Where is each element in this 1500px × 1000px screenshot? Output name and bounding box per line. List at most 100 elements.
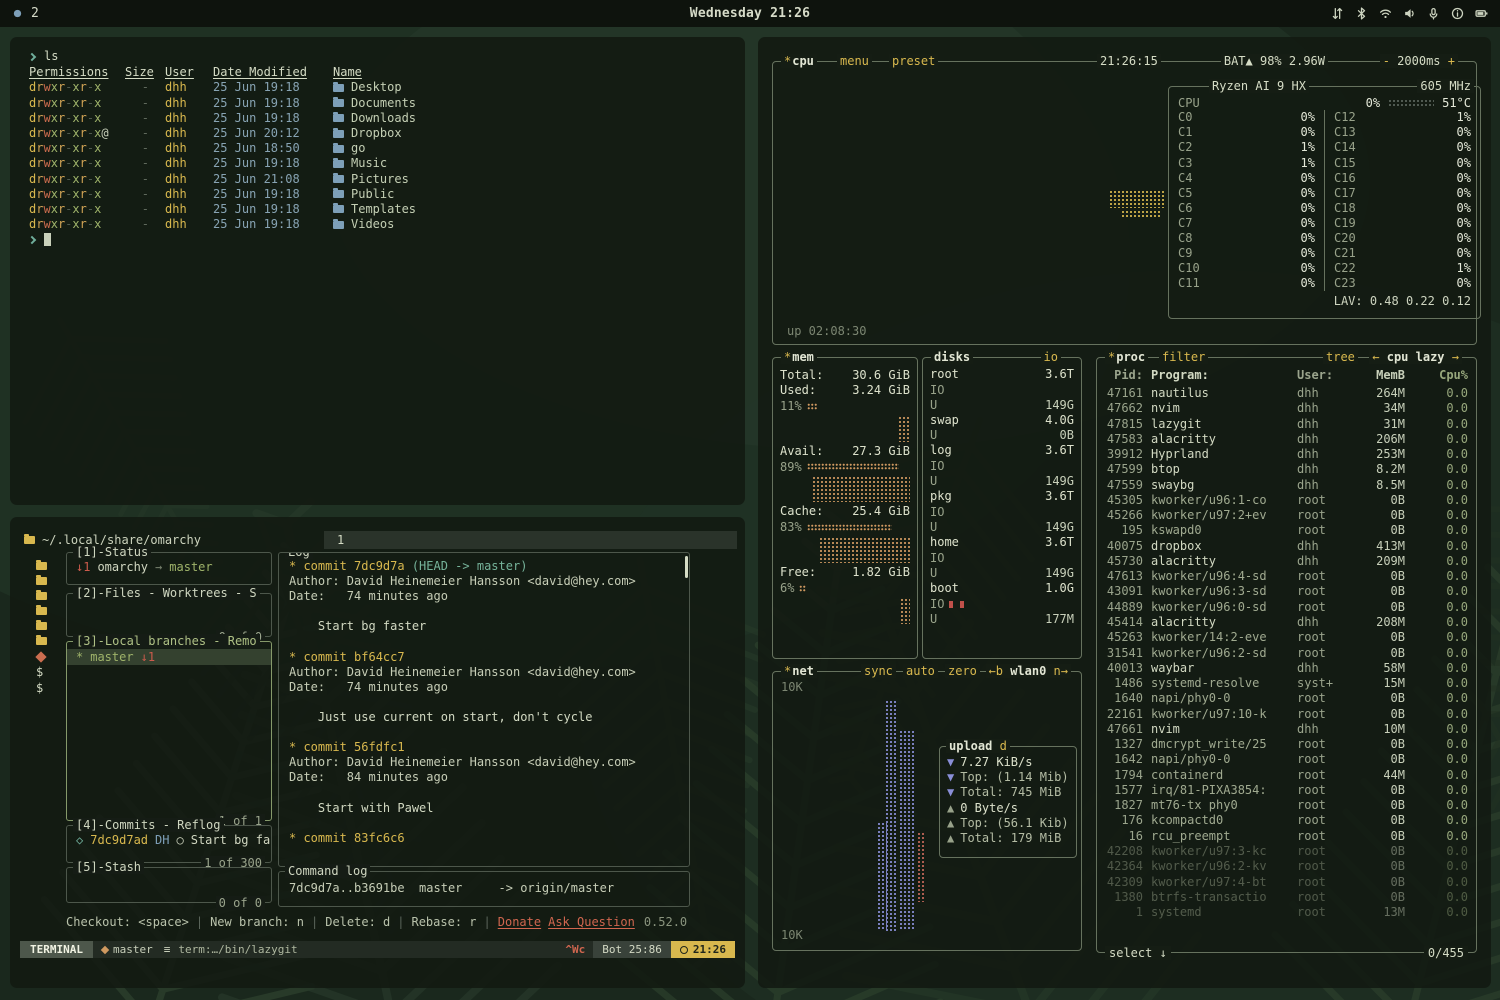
memory-panel-title[interactable]: *mem [781, 350, 817, 364]
workspace-area[interactable]: 2 [12, 6, 272, 21]
preset-button[interactable]: preset [889, 54, 938, 68]
command-log-panel[interactable]: Command log 7dc9d7a..b3691be master -> o… [278, 871, 690, 907]
process-row[interactable]: 42309kworker/u97:4-btroot0B0.0 [1097, 875, 1476, 890]
keybar-link[interactable]: Ask Question [548, 915, 635, 929]
core-row: C230% [1325, 276, 1480, 291]
folder-icon[interactable] [36, 637, 47, 645]
keybar-hint[interactable]: Checkout: <space> [66, 915, 189, 929]
process-row[interactable]: 47661nvimdhh10M0.0 [1097, 722, 1476, 737]
battery-icon[interactable] [1475, 7, 1488, 20]
folder-icon[interactable] [36, 592, 47, 600]
process-row[interactable]: 45263kworker/14:2-everoot0B0.0 [1097, 630, 1476, 645]
keybar-hint[interactable]: New branch: n [210, 915, 304, 929]
process-row[interactable]: 16rcu_preemptroot0B0.0 [1097, 829, 1476, 844]
process-row[interactable]: 47613kworker/u96:4-sdroot0B0.0 [1097, 569, 1476, 584]
process-row[interactable]: 40013waybardhh58M0.0 [1097, 661, 1476, 676]
folder-icon[interactable] [36, 607, 47, 615]
process-row[interactable]: 42364kworker/u96:2-kvroot0B0.0 [1097, 859, 1476, 874]
process-row[interactable]: 22161kworker/u97:10-kroot0B0.0 [1097, 707, 1476, 722]
sync-button[interactable]: sync [861, 664, 896, 678]
process-row[interactable]: 1642napi/phy0-0root0B0.0 [1097, 752, 1476, 767]
btop-window[interactable]: *cpu menu preset 21:26:15 BAT▲ 98% 2.96W… [758, 37, 1491, 988]
process-row[interactable]: 47815lazygitdhh31M0.0 [1097, 417, 1476, 432]
filter-button[interactable]: filter [1159, 350, 1208, 364]
header-pid[interactable]: Pid: [1105, 368, 1151, 383]
process-row[interactable]: 1827mt76-tx phy0root0B0.0 [1097, 798, 1476, 813]
stash-panel[interactable]: [5]-Stash 0 of 0 [66, 867, 272, 903]
selected-branch-row[interactable]: * master ↓1 [67, 649, 271, 665]
process-row[interactable]: 1380btrfs-transactioroot0B0.0 [1097, 890, 1476, 905]
shell-prompt-line[interactable] [29, 232, 745, 247]
process-row[interactable]: 47583alacrittydhh206M0.0 [1097, 432, 1476, 447]
process-row[interactable]: 47599btopdhh8.2M0.0 [1097, 462, 1476, 477]
core-label: C13 [1334, 125, 1356, 140]
keybar-hint[interactable]: Delete: d [325, 915, 390, 929]
sort-selector[interactable]: ← cpu lazy → [1369, 350, 1462, 364]
process-row[interactable]: 45730alacrittydhh209M0.0 [1097, 554, 1476, 569]
process-row[interactable]: 39912Hyprlanddhh253M0.0 [1097, 447, 1476, 462]
process-row[interactable]: 42208kworker/u97:3-kcroot0B0.0 [1097, 844, 1476, 859]
disk-used-value: 177M [1045, 612, 1074, 627]
process-row[interactable]: 45266kworker/u97:2+evroot0B0.0 [1097, 508, 1476, 523]
workspace-number[interactable]: 2 [31, 6, 39, 21]
menu-button[interactable]: menu [837, 54, 872, 68]
branches-panel[interactable]: [3]-Local branches - Remo * master ↓1 1 … [66, 641, 272, 821]
zero-button[interactable]: zero [945, 664, 980, 678]
terminal-window-lazygit[interactable]: ~/.local/share/omarchy 1 $ $ [1]-Status … [10, 517, 745, 988]
keybar-link[interactable]: Donate [498, 915, 541, 929]
wifi-icon[interactable] [1379, 7, 1392, 20]
keybar-hint[interactable]: Rebase: r [411, 915, 476, 929]
process-cpu: 0.0 [1405, 890, 1468, 905]
git-branch-indicator[interactable]: master [93, 941, 162, 958]
process-row[interactable]: 47662nvimdhh34M0.0 [1097, 401, 1476, 416]
network-panel-title[interactable]: *net [781, 664, 817, 678]
auto-button[interactable]: auto [903, 664, 938, 678]
io-toggle[interactable]: io [1041, 350, 1061, 364]
memory-graph [812, 476, 910, 502]
header-program[interactable]: Program: [1151, 368, 1297, 383]
process-row[interactable]: 43091kworker/u96:3-sdroot0B0.0 [1097, 584, 1476, 599]
process-row[interactable]: 44889kworker/u96:0-sdroot0B0.0 [1097, 600, 1476, 615]
process-row[interactable]: 45305kworker/u96:1-coroot0B0.0 [1097, 493, 1476, 508]
process-row[interactable]: 31541kworker/u96:2-sdroot0B0.0 [1097, 646, 1476, 661]
process-row[interactable]: 1486systemd-resolvesyst+15M0.0 [1097, 676, 1476, 691]
commits-panel[interactable]: [4]-Commits - Reflog ◇ 7dc9d7ad DH ○ Sta… [66, 825, 272, 863]
process-row[interactable]: 176kcompactd0root0B0.0 [1097, 813, 1476, 828]
select-hint[interactable]: select ↓ [1105, 946, 1171, 960]
header-user[interactable]: User: [1297, 368, 1353, 383]
files-panel[interactable]: [2]-Files - Worktrees - S 0 of 0 [66, 593, 272, 637]
status-panel[interactable]: [1]-Status ↓1 omarchy → master [66, 552, 272, 585]
tab-1[interactable]: 1 [337, 533, 344, 547]
disks-panel-title[interactable]: disks [931, 350, 973, 364]
cpu-panel-title[interactable]: *cpu [781, 54, 817, 68]
disk-used-row: U177M [923, 612, 1081, 627]
info-icon[interactable] [1451, 7, 1464, 20]
tree-toggle[interactable]: tree [1323, 350, 1358, 364]
bluetooth-icon[interactable] [1355, 7, 1368, 20]
process-row[interactable]: 1640napi/phy0-0root0B0.0 [1097, 691, 1476, 706]
folder-icon[interactable] [36, 622, 47, 630]
process-row[interactable]: 1327dmcrypt_write/25root0B0.0 [1097, 737, 1476, 752]
process-panel-title[interactable]: *proc [1105, 350, 1148, 364]
process-row[interactable]: 1577irq/81-PIXA3854:root0B0.0 [1097, 783, 1476, 798]
scrollbar-thumb[interactable] [685, 556, 688, 578]
folder-icon[interactable] [36, 562, 47, 570]
mic-icon[interactable] [1427, 7, 1440, 20]
terminal-window-ls[interactable]: ls Permissions Size User Date Modified N… [10, 37, 745, 505]
updates-icon[interactable] [1331, 7, 1344, 20]
log-panel[interactable]: Log * commit 7dc9d7a (HEAD -> master)Aut… [278, 552, 690, 867]
update-interval[interactable]: - 2000ms + [1380, 54, 1458, 68]
process-row[interactable]: 40075dropboxdhh413M0.0 [1097, 539, 1476, 554]
volume-icon[interactable] [1403, 7, 1416, 20]
header-cpu[interactable]: Cpu% [1405, 368, 1468, 383]
process-row[interactable]: 47161nautilusdhh264M0.0 [1097, 386, 1476, 401]
process-row[interactable]: 47559swaybgdhh8.5M0.0 [1097, 478, 1476, 493]
process-row[interactable]: 195kswapd0root0B0.0 [1097, 523, 1476, 538]
process-row[interactable]: 1794containerdroot44M0.0 [1097, 768, 1476, 783]
process-row[interactable]: 1systemdroot13M0.0 [1097, 905, 1476, 920]
process-row[interactable]: 45414alacrittydhh208M0.0 [1097, 615, 1476, 630]
clock[interactable]: Wednesday 21:26 [272, 6, 1228, 21]
header-memory[interactable]: MemB [1353, 368, 1405, 383]
interface-switcher[interactable]: ←b wlan0 n→ [986, 664, 1072, 678]
folder-icon[interactable] [36, 577, 47, 585]
